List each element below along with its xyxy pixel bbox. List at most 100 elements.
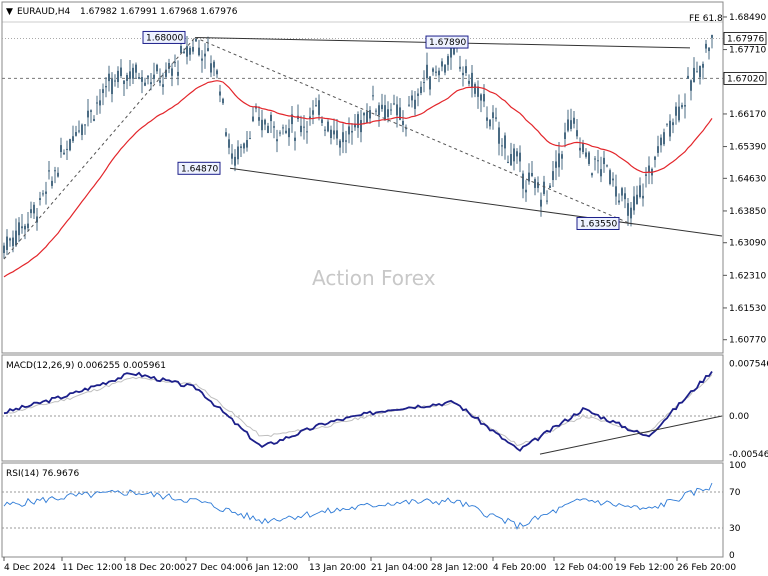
price-tick-label: 1.64630	[729, 174, 766, 184]
price-tick-label: 1.63090	[729, 239, 766, 249]
candle-body	[57, 172, 59, 177]
candle-body	[663, 132, 665, 145]
candle-body	[39, 198, 41, 200]
candle-body	[432, 68, 434, 72]
candle-body	[51, 180, 53, 186]
candle-body	[621, 188, 623, 196]
candle-body	[654, 156, 656, 160]
candle-body	[81, 124, 83, 136]
candle-body	[273, 126, 275, 128]
candle-body	[363, 113, 365, 116]
x-tick-label: 6 Jan 12:00	[247, 563, 299, 573]
candle-body	[252, 116, 254, 122]
candle-body	[447, 56, 449, 65]
candle-body	[75, 132, 77, 136]
candle-body	[462, 72, 464, 76]
candle-body	[615, 186, 617, 197]
candle-body	[684, 105, 686, 107]
candle-body	[516, 151, 518, 157]
candle-body	[162, 84, 164, 87]
candle-body	[195, 38, 197, 42]
candle-body	[21, 226, 23, 229]
candle-body	[189, 47, 191, 55]
candle-body	[93, 118, 95, 121]
macd-axis-label: 0.007546	[729, 360, 768, 370]
candle-body	[579, 147, 581, 151]
price-tick-label: 1.66170	[729, 110, 766, 120]
price-tag-label: 1.68000	[146, 33, 183, 43]
candle-body	[171, 68, 173, 76]
dashed-rise-line	[3, 37, 196, 260]
candle-body	[480, 94, 482, 101]
candle-body	[348, 126, 350, 135]
candle-body	[474, 84, 476, 94]
candle-body	[192, 46, 194, 52]
x-tick-label: 4 Feb 20:00	[493, 563, 547, 573]
candle-body	[234, 156, 236, 166]
candle-body	[54, 170, 56, 172]
rsi-axis-label: 70	[729, 488, 741, 498]
candle-body	[270, 114, 272, 122]
candle-body	[444, 64, 446, 73]
candle-body	[618, 200, 620, 203]
candle-body	[567, 119, 569, 131]
candle-body	[258, 117, 260, 121]
watermark: Action Forex	[312, 266, 436, 290]
candle-body	[102, 89, 104, 94]
candle-body	[459, 66, 461, 69]
rsi-label: RSI(14) 76.9676	[6, 469, 79, 479]
candle-body	[501, 145, 503, 147]
candle-body	[414, 99, 416, 109]
price-tick-label: 1.62310	[729, 271, 766, 281]
candle-body	[219, 91, 221, 96]
candle-body	[402, 120, 404, 125]
candle-body	[558, 153, 560, 168]
candle-body	[294, 137, 296, 141]
candle-body	[249, 138, 251, 140]
candle-body	[300, 125, 302, 133]
candle-body	[669, 120, 671, 137]
x-tick-label: 19 Feb 12:00	[615, 563, 674, 573]
candle-body	[591, 173, 593, 176]
candle-body	[84, 124, 86, 126]
candle-body	[375, 110, 377, 112]
candle-body	[417, 93, 419, 96]
price-tag-label: 1.64870	[181, 164, 218, 174]
candle-body	[135, 64, 137, 73]
macd-signal-line	[3, 374, 713, 447]
candle-body	[507, 161, 509, 164]
candle-body	[552, 171, 554, 181]
candle-body	[186, 46, 188, 57]
candle-body	[633, 196, 635, 211]
candle-body	[393, 103, 395, 105]
candle-body	[624, 193, 626, 200]
x-tick-label: 12 Feb 04:00	[554, 563, 613, 573]
candle-body	[225, 132, 227, 136]
x-tick-label: 18 Dec 20:00	[125, 563, 186, 573]
candle-body	[609, 170, 611, 185]
candle-body	[96, 102, 98, 104]
candle-body	[471, 72, 473, 88]
candle-body	[534, 179, 536, 188]
candle-body	[282, 127, 284, 129]
candle-body	[315, 105, 317, 107]
candle-body	[123, 80, 125, 85]
candle-body	[378, 105, 380, 116]
candle-body	[438, 70, 440, 76]
price-tick-label: 1.60770	[729, 336, 766, 346]
candle-body	[69, 139, 71, 151]
candle-body	[585, 152, 587, 157]
candle-body	[15, 230, 17, 246]
candle-body	[303, 126, 305, 128]
candle-body	[678, 106, 680, 121]
lower-trendline	[229, 167, 723, 237]
candle-body	[705, 43, 707, 49]
candle-body	[312, 110, 314, 115]
candle-body	[636, 194, 638, 205]
candle-body	[423, 82, 425, 84]
candle-body	[27, 223, 29, 229]
fe-label: FE 61.8	[689, 14, 723, 24]
candle-body	[345, 140, 347, 142]
candle-body	[42, 193, 44, 195]
rsi-line	[3, 482, 713, 530]
